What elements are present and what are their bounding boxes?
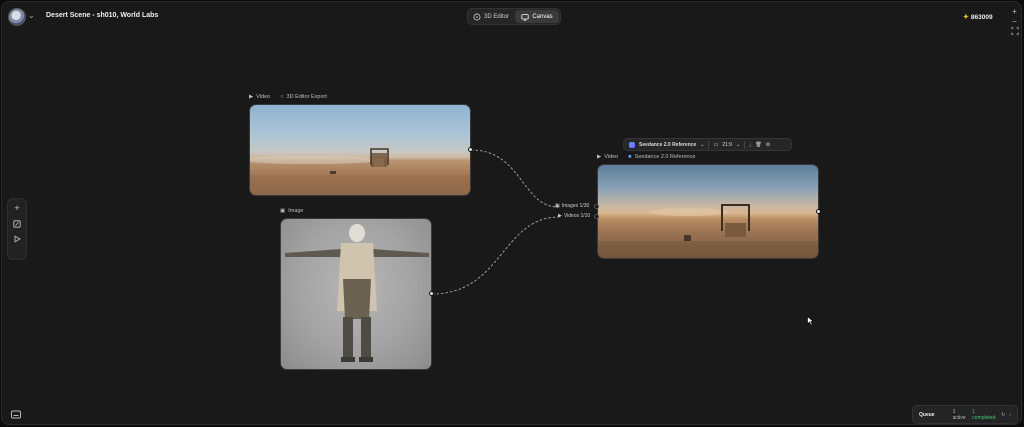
images-input-port[interactable] <box>594 204 599 209</box>
download-icon[interactable]: ⤓ <box>749 142 751 148</box>
chevron-right-icon[interactable]: › <box>1009 412 1011 418</box>
queue-panel[interactable]: Queue 1 active 1 completed ↻ › <box>912 405 1018 424</box>
circle-icon: ○ <box>280 94 284 100</box>
video-export-node-label: ▶ Video ○ 3D Editor Export <box>249 94 327 100</box>
divider <box>708 140 710 149</box>
model-logo-icon: ■ <box>628 154 632 160</box>
images-count: Images 1/30 <box>561 203 590 209</box>
output-port[interactable] <box>429 291 434 296</box>
play-icon: ▶ <box>597 154 602 160</box>
images-input-tag: ▣ Images 1/30 <box>555 203 589 209</box>
play-icon: ▶ <box>558 213 562 219</box>
node-toolbar: Seedance 2.0 Reference ⌄ ▭ 21:9 ⌄ ⤓ 🗑 ⚙ <box>623 138 792 151</box>
image-icon: ▣ <box>280 208 286 214</box>
queue-completed: 1 completed <box>972 408 996 421</box>
output-port[interactable] <box>816 209 821 214</box>
node-type: Image <box>288 208 304 214</box>
settings-icon[interactable]: ⚙ <box>766 142 770 148</box>
videos-count: Videos 1/10 <box>563 213 591 219</box>
trash-icon[interactable]: 🗑 <box>755 142 761 148</box>
queue-active: 1 active <box>952 408 966 421</box>
queue-title: Queue <box>919 411 935 418</box>
desert-well-scene-image <box>598 204 818 258</box>
aspect-ratio-icon: ▭ <box>713 141 719 148</box>
character-tpose-image <box>285 224 429 362</box>
node-name: Seedance 2.0 Reference <box>634 154 696 160</box>
model-select[interactable]: Seedance 2.0 Reference <box>639 142 696 148</box>
node-type: Video <box>604 154 619 160</box>
image-node[interactable] <box>280 218 432 370</box>
seedance-node[interactable] <box>597 164 819 259</box>
video-export-node[interactable] <box>249 104 471 196</box>
divider <box>744 140 746 149</box>
spinner-icon: ↻ <box>1001 411 1006 418</box>
output-port[interactable] <box>468 147 473 152</box>
node-name: 3D Editor Export <box>286 94 327 100</box>
chevron-down-icon[interactable]: ⌄ <box>736 142 740 148</box>
videos-input-tag: ▶ Videos 1/10 <box>558 213 590 219</box>
canvas-app: ⌄ Desert Scene - sh010, World Labs 3D Ed… <box>1 1 1022 425</box>
node-type: Video <box>256 94 271 100</box>
desert-well-scene-image <box>250 148 470 195</box>
node-connections <box>431 149 560 295</box>
image-icon: ▣ <box>555 203 560 209</box>
mouse-cursor-icon <box>807 316 814 326</box>
videos-input-port[interactable] <box>594 214 599 219</box>
play-icon: ▶ <box>249 94 254 100</box>
aspect-ratio-select[interactable]: 21:9 <box>722 142 732 148</box>
image-node-label: ▣ Image <box>280 208 304 214</box>
chevron-down-icon[interactable]: ⌄ <box>700 142 704 148</box>
model-logo-icon <box>629 141 635 148</box>
seedance-node-label: ▶ Video ■ Seedance 2.0 Reference <box>597 154 695 160</box>
